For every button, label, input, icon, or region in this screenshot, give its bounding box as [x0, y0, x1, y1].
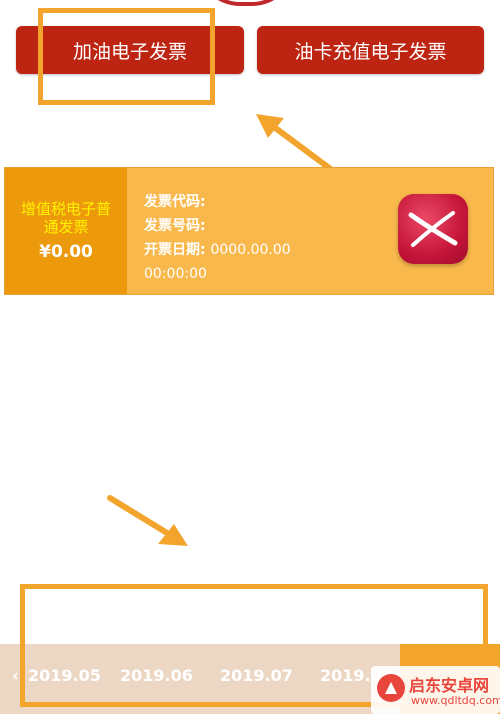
- invoice-type: 增值税电子普通发票: [20, 200, 111, 236]
- month-tab-2019-06[interactable]: 2019.06: [120, 666, 193, 685]
- invoice-number-row: 发票号码:: [144, 214, 291, 238]
- invoice-date-value: 0000.00.00: [210, 242, 291, 258]
- watermark-logo-icon: [377, 674, 405, 702]
- invoice-amount: ¥0.00: [39, 242, 93, 262]
- prev-month-arrow[interactable]: ‹: [12, 666, 19, 685]
- invoice-code-row: 发票代码:: [144, 190, 291, 214]
- watermark-url: www.qdltdq.com: [411, 694, 500, 707]
- invoice-date-row: 开票日期: 0000.00.00: [144, 238, 291, 262]
- delete-invoice-button[interactable]: [398, 194, 468, 264]
- invoice-date-label: 开票日期:: [144, 242, 206, 258]
- logo-partial: [196, 0, 296, 6]
- invoice-code-label: 发票代码:: [144, 194, 206, 210]
- invoice-details: 发票代码: 发票号码: 开票日期: 0000.00.00 00:00:00: [144, 190, 291, 286]
- watermark: 启东安卓网 www.qdltdq.com: [371, 666, 500, 714]
- watermark-title: 启东安卓网: [409, 676, 490, 695]
- close-x-icon: [408, 211, 458, 247]
- card-recharge-invoice-button[interactable]: 油卡充值电子发票: [257, 26, 484, 74]
- month-tab-2019-05[interactable]: 2019.05: [28, 666, 101, 685]
- invoice-summary: 增值税电子普通发票 ¥0.00: [5, 168, 127, 294]
- invoice-number-label: 发票号码:: [144, 218, 206, 234]
- fuel-invoice-button[interactable]: 加油电子发票: [16, 26, 244, 74]
- invoice-time-value: 00:00:00: [144, 266, 207, 282]
- annotation-arrow-icon: [107, 495, 188, 546]
- invoice-card[interactable]: 增值税电子普通发票 ¥0.00 发票代码: 发票号码: 开票日期: 0000.0…: [4, 167, 494, 295]
- month-tab-2019-07[interactable]: 2019.07: [220, 666, 293, 685]
